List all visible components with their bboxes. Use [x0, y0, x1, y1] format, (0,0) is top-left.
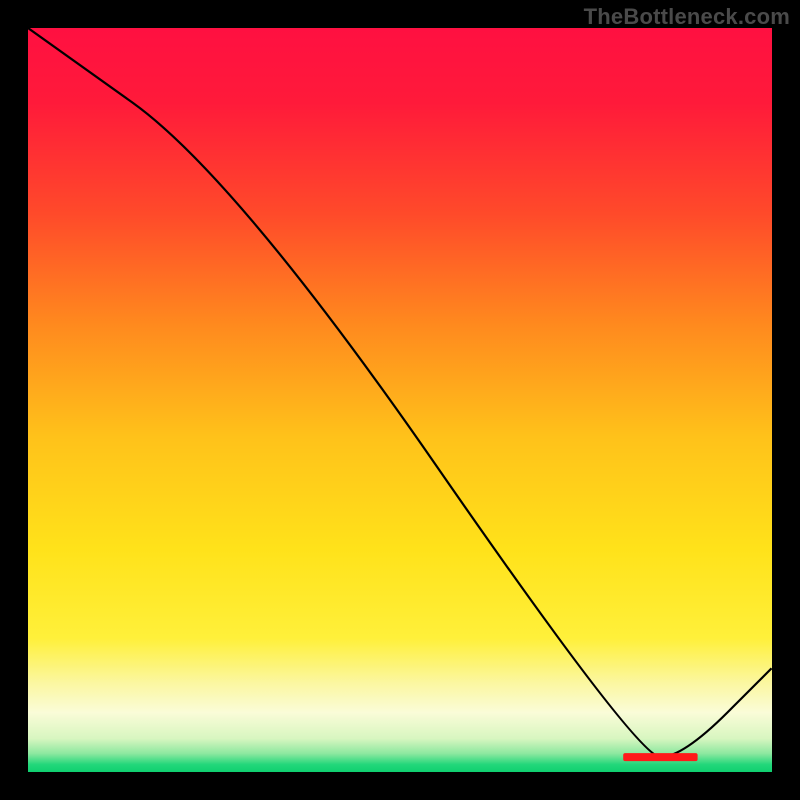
chart-frame: TheBottleneck.com	[0, 0, 800, 800]
watermark-text: TheBottleneck.com	[584, 4, 790, 30]
optimal-range-marker	[623, 753, 697, 761]
gradient-background	[28, 28, 772, 772]
chart-svg	[28, 28, 772, 772]
plot-area	[28, 28, 772, 772]
